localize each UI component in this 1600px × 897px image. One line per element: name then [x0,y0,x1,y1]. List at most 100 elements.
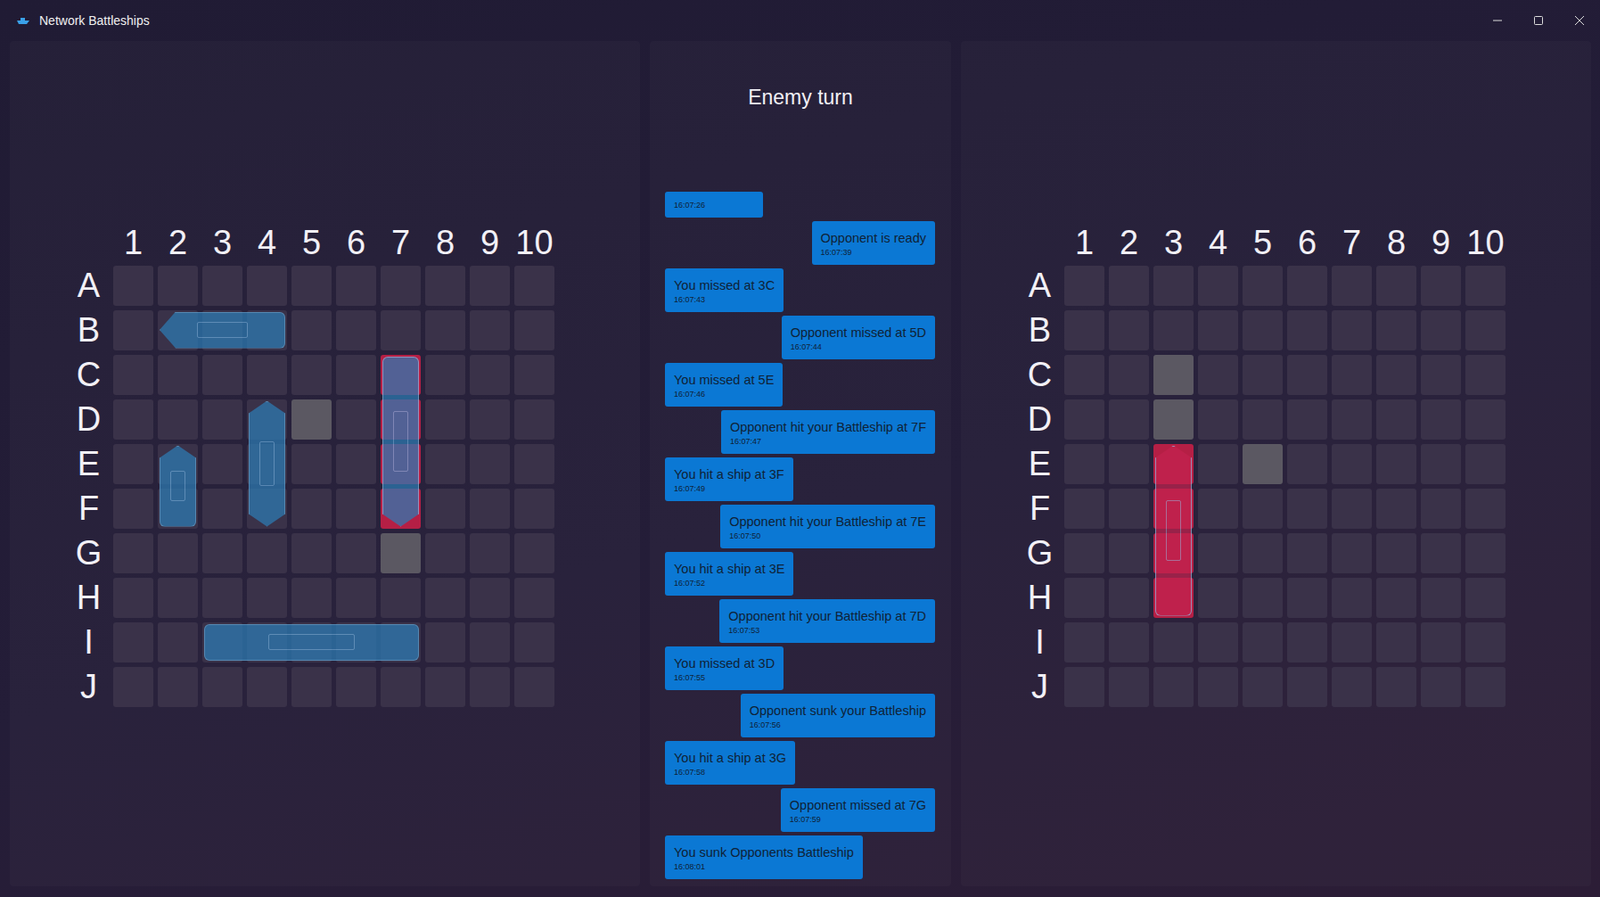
board-cell[interactable] [1108,533,1149,574]
board-cell[interactable] [1153,622,1194,663]
board-cell[interactable] [1108,577,1149,618]
board-cell[interactable] [1287,354,1328,395]
board-cell[interactable] [1064,533,1105,574]
board-cell[interactable] [1376,622,1417,663]
board-cell[interactable] [1465,399,1506,440]
board-cell[interactable] [1331,622,1372,663]
board-cell[interactable] [1197,577,1239,618]
board-cell[interactable] [1064,488,1105,529]
board-cell[interactable] [1376,488,1417,529]
board-cell[interactable] [1465,310,1506,351]
board-cell[interactable] [1465,533,1506,574]
board-cell[interactable] [1064,399,1105,440]
board-cell[interactable] [1465,265,1506,306]
board-cell[interactable] [1242,310,1283,351]
board-cell[interactable] [1465,622,1506,663]
board-cell[interactable] [1064,622,1105,663]
board-cell[interactable] [1287,666,1328,707]
board-cell[interactable] [1197,622,1239,663]
board-cell[interactable] [1108,265,1149,306]
board-cell[interactable] [1420,443,1461,485]
board-cell[interactable] [1465,666,1506,707]
board-cell[interactable] [1331,310,1372,351]
board-cell[interactable] [1197,399,1239,440]
board-cell[interactable] [1420,354,1461,395]
board-cell[interactable] [1331,577,1372,618]
board-cell[interactable] [1108,354,1149,395]
board-cell[interactable] [1287,399,1328,440]
minimize-button[interactable] [1476,0,1518,42]
board-cell[interactable] [1064,310,1105,351]
board-cell[interactable] [1331,399,1372,440]
board-cell[interactable] [1108,443,1149,485]
board-cell[interactable] [1242,488,1283,529]
board-cell[interactable] [1197,443,1239,485]
board-cell[interactable] [1465,443,1506,485]
board-cell[interactable] [1331,354,1372,395]
board-cell[interactable] [1376,265,1417,306]
board-cell[interactable] [1376,310,1417,351]
board-cell[interactable] [1197,354,1239,395]
board-cell[interactable] [1064,354,1105,395]
board-cell[interactable] [1108,666,1149,707]
board-cell[interactable] [1465,577,1506,618]
board-cell[interactable] [1287,443,1328,485]
board-cell[interactable] [1287,488,1328,529]
board-cell[interactable] [1153,666,1194,707]
board-cell[interactable] [1242,443,1283,485]
board-cell[interactable] [1242,399,1283,440]
board-cell[interactable] [1108,488,1149,529]
board-cell[interactable] [1153,399,1194,440]
board-cell[interactable] [1153,354,1194,395]
board-cell[interactable] [1465,354,1506,395]
board-cell[interactable] [1197,310,1239,351]
board-cell[interactable] [1064,666,1105,707]
board-cell[interactable] [1108,399,1149,440]
board-cell[interactable] [1064,443,1105,485]
board-cell[interactable] [1197,666,1239,707]
board-cell[interactable] [1420,533,1461,574]
board-cell [336,443,377,485]
board-cell[interactable] [1287,533,1328,574]
board-cell[interactable] [1242,265,1283,306]
board-cell[interactable] [1287,622,1328,663]
board-cell[interactable] [1197,265,1239,306]
close-button[interactable] [1558,0,1600,42]
board-cell[interactable] [1108,310,1149,351]
board-cell[interactable] [1197,533,1239,574]
board-cell[interactable] [1153,265,1194,306]
board-cell[interactable] [1376,577,1417,618]
board-cell[interactable] [1242,354,1283,395]
board-cell[interactable] [1242,577,1283,618]
board-cell[interactable] [1331,666,1372,707]
board-cell[interactable] [1420,622,1461,663]
board-cell[interactable] [1465,488,1506,529]
board-cell[interactable] [1376,399,1417,440]
board-cell[interactable] [1331,265,1372,306]
board-cell[interactable] [1420,488,1461,529]
board-cell[interactable] [1064,577,1105,618]
board-cell[interactable] [1331,488,1372,529]
board-cell[interactable] [1242,533,1283,574]
board-cell[interactable] [1376,533,1417,574]
board-cell[interactable] [1420,577,1461,618]
board-cell[interactable] [1153,310,1194,351]
board-cell[interactable] [1376,666,1417,707]
board-cell[interactable] [1331,443,1372,485]
board-cell[interactable] [1064,265,1105,306]
maximize-button[interactable] [1517,0,1559,42]
board-cell[interactable] [1420,666,1461,707]
board-cell[interactable] [1420,310,1461,351]
board-cell[interactable] [1420,399,1461,440]
board-cell[interactable] [1108,622,1149,663]
board-cell[interactable] [1287,577,1328,618]
board-cell[interactable] [1242,622,1283,663]
board-cell[interactable] [1287,310,1328,351]
board-cell[interactable] [1287,265,1328,306]
board-cell[interactable] [1376,443,1417,485]
board-cell[interactable] [1242,666,1283,707]
board-cell[interactable] [1420,265,1461,306]
board-cell[interactable] [1376,354,1417,395]
board-cell[interactable] [1331,533,1372,574]
board-cell[interactable] [1197,488,1239,529]
